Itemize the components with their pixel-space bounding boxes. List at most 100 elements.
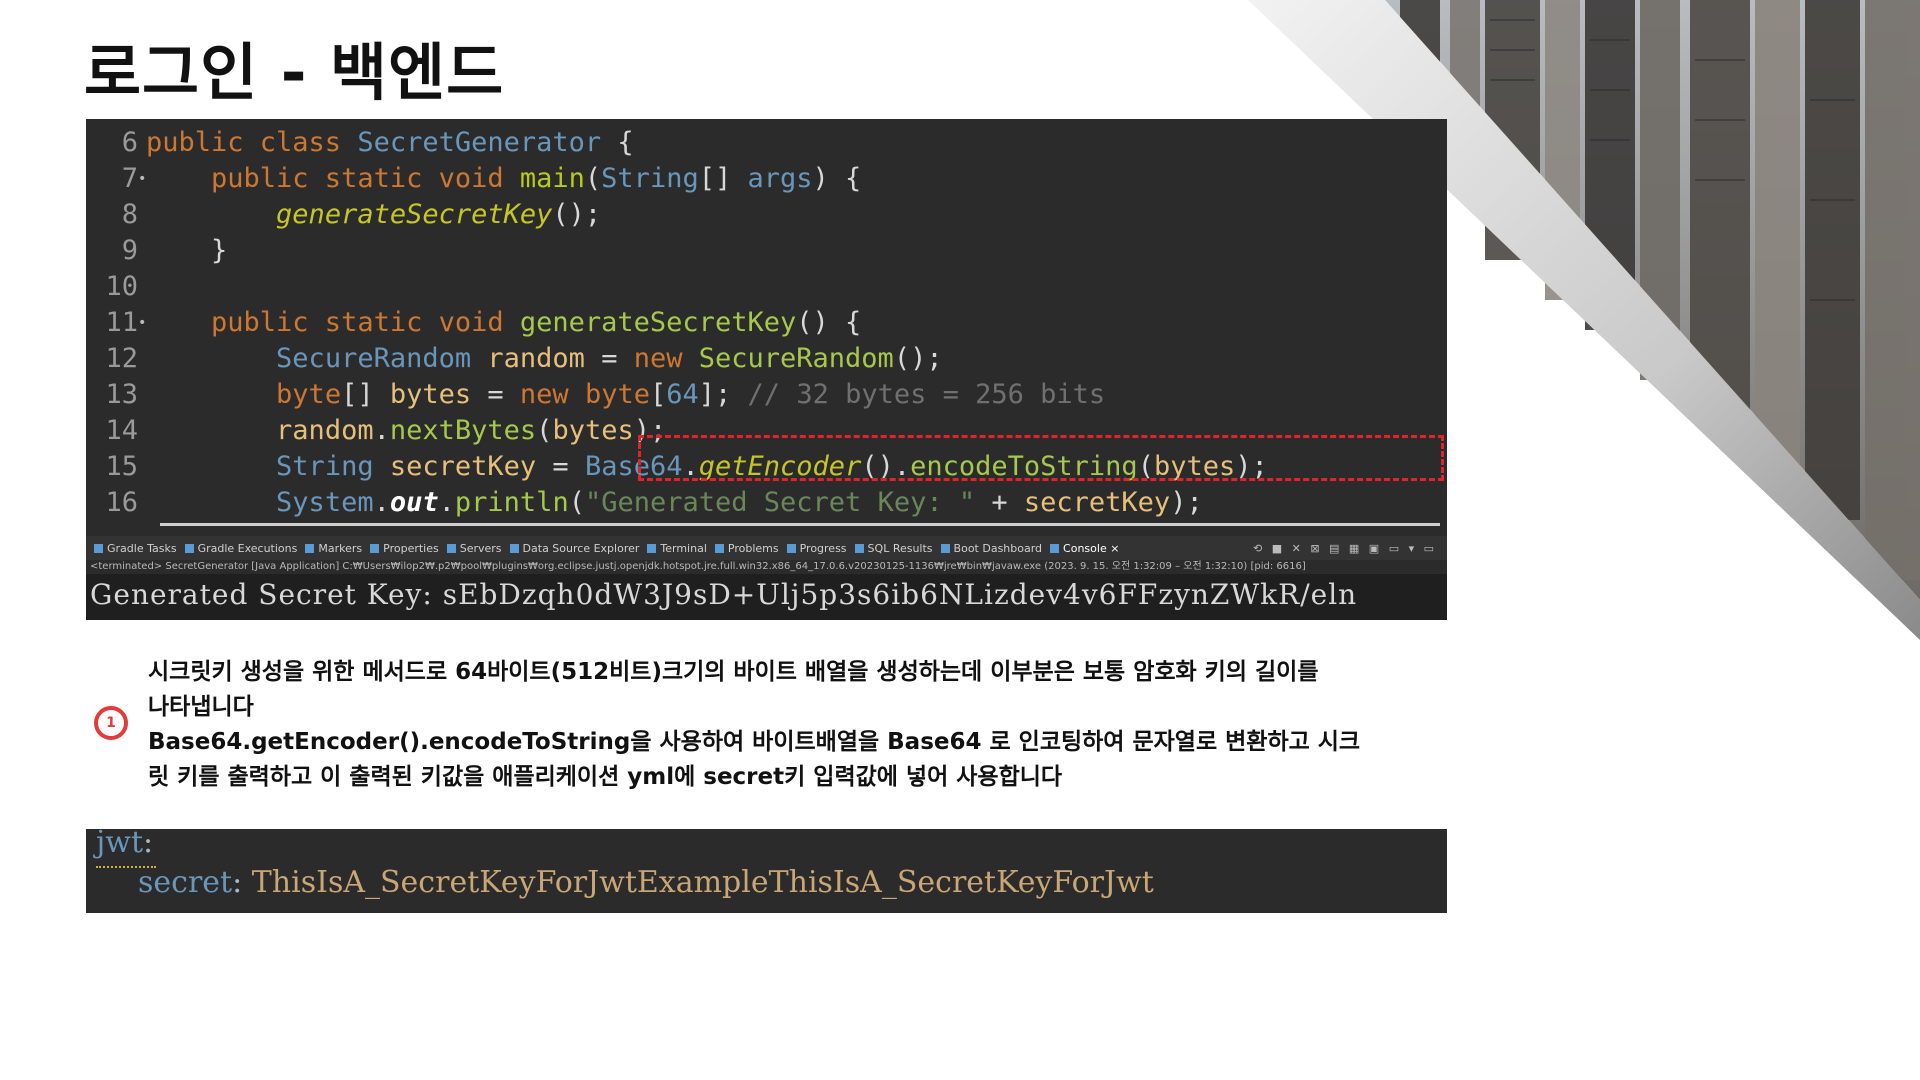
- console-tab-label: Terminal: [660, 541, 707, 555]
- console-tab[interactable]: Servers: [446, 541, 502, 555]
- code-token: 64: [666, 379, 699, 410]
- code-line: 11 • public static void generateSecretKey…: [86, 305, 1447, 341]
- yml-editor: jwt: secret: ThisIsA_SecretKeyForJwtExam…: [86, 829, 1447, 913]
- code-token: (: [536, 415, 553, 446]
- code-token: =: [471, 379, 520, 410]
- fold-marker[interactable]: •: [138, 161, 146, 197]
- code-token: [: [649, 379, 667, 410]
- view-icon: [305, 543, 315, 553]
- code-token: .: [438, 487, 455, 518]
- view-icon: [446, 543, 456, 553]
- code-line: 10: [86, 269, 1447, 305]
- description-line: 나타냅니다: [148, 694, 254, 720]
- code-token: System: [276, 487, 374, 518]
- code-token: public static void: [146, 163, 520, 194]
- yml-key-jwt: jwt: [96, 829, 144, 860]
- code-token: () {: [796, 307, 862, 338]
- highlight-box: [638, 435, 1444, 481]
- code-token: =: [536, 451, 585, 482]
- console-tab[interactable]: Progress: [786, 542, 847, 555]
- code-token: nextBytes: [389, 415, 537, 446]
- code-token: new: [519, 379, 585, 410]
- code-token: ();: [552, 199, 602, 230]
- line-number: 9: [121, 235, 138, 266]
- console-tab-label: Gradle Executions: [197, 541, 298, 555]
- console-tab[interactable]: SQL Results: [854, 541, 933, 555]
- console-tab[interactable]: Data Source Explorer: [509, 541, 640, 555]
- code-token: secretKey: [1023, 487, 1171, 518]
- code-line: 13 byte[] bytes = new byte[64]; // 32 by…: [86, 377, 1447, 413]
- console-path: <terminated> SecretGenerator [Java Appli…: [86, 560, 1447, 574]
- code-token: []: [341, 379, 390, 410]
- view-icon: [184, 543, 194, 553]
- console-tab[interactable]: Terminal: [647, 542, 707, 555]
- console-tab-label: Boot Dashboard: [953, 541, 1043, 555]
- console-tab-label: Problems: [727, 541, 779, 555]
- code-token: public static void: [146, 307, 520, 338]
- console-tab[interactable]: Boot Dashboard: [940, 541, 1043, 555]
- console-tab[interactable]: Gradle Executions: [184, 541, 298, 555]
- code-token: (: [584, 163, 602, 194]
- description-line: Base64.getEncoder().encodeToString을 사용하여…: [148, 729, 1361, 755]
- console-tab[interactable]: Gradle Tasks: [94, 542, 177, 555]
- console-tab-label: Servers: [459, 541, 502, 555]
- code-token: generateSecretKey: [276, 199, 553, 230]
- console-tab[interactable]: Markers: [305, 542, 362, 555]
- page-title: 로그인 - 백엔드: [84, 36, 505, 109]
- description-line: 릿 키를 출력하고 이 출력된 키값을 애플리케이션 yml에 secret키 …: [148, 764, 1063, 790]
- code-token: ) {: [812, 163, 862, 194]
- yml-key-secret: secret: [138, 865, 233, 900]
- code-token: random: [276, 415, 374, 446]
- console-tab-label: SQL Results: [867, 541, 933, 555]
- view-icon: [647, 543, 657, 553]
- code-token: SecureRandom: [698, 343, 894, 374]
- code-token: main: [519, 163, 585, 194]
- code-token: random: [487, 343, 585, 374]
- code-token: ();: [893, 343, 943, 374]
- console-tab[interactable]: Properties: [370, 542, 439, 555]
- line-number: 7: [121, 163, 138, 194]
- console-tab-label: Markers: [318, 541, 363, 555]
- line-number: 6: [121, 127, 138, 158]
- console-tab[interactable]: Console ×: [1050, 542, 1119, 555]
- view-icon: [370, 543, 380, 553]
- code-token: SecretGenerator: [357, 127, 602, 158]
- code-line: 8 generateSecretKey();: [86, 197, 1447, 233]
- code-line: 12 SecureRandom random = new SecureRando…: [86, 341, 1447, 377]
- code-token: byte: [584, 379, 650, 410]
- console-output: Generated Secret Key: sEbDzqh0dW3J9sD+Ul…: [90, 578, 1358, 611]
- fold-marker[interactable]: •: [138, 305, 146, 341]
- console-toolbar-icons[interactable]: ⟲ ■ ✕ ⊠ ▤ ▦ ▣ ▭ ▾ ▭: [1253, 542, 1437, 555]
- view-icon: [854, 543, 864, 553]
- code-token: generateSecretKey: [519, 307, 797, 338]
- code-token: args: [747, 163, 813, 194]
- code-line: 7 • public static void main(String[] args…: [86, 161, 1447, 197]
- yml-line-secret: secret: ThisIsA_SecretKeyForJwtExampleTh…: [138, 865, 1154, 900]
- code-token: bytes: [552, 415, 634, 446]
- code-token: .: [373, 487, 390, 518]
- code-token: println: [454, 487, 569, 518]
- yml-secret-value: ThisIsA_SecretKeyForJwtExampleThisIsA_Se…: [251, 865, 1154, 900]
- code-token: String: [601, 163, 699, 194]
- code-token: []: [698, 163, 748, 194]
- line-number: 14: [105, 415, 138, 446]
- code-token: );: [1170, 487, 1203, 518]
- code-token: (: [568, 487, 585, 518]
- code-token: +: [975, 487, 1024, 518]
- code-token: {: [601, 127, 634, 158]
- code-token: }: [146, 235, 228, 266]
- code-line: 16 System.out.println("Generated Secret …: [86, 485, 1447, 521]
- line-number: 12: [105, 343, 138, 374]
- line-number: 13: [105, 379, 138, 410]
- console-tab-label: Data Source Explorer: [522, 541, 640, 555]
- step-badge: 1: [94, 706, 128, 740]
- view-icon: [940, 543, 950, 553]
- editor-horizontal-scrollbar[interactable]: [160, 523, 1440, 526]
- console-tab-bar: Gradle Tasks Gradle Executions Markers Prop…: [86, 536, 1447, 560]
- console-tab[interactable]: Problems: [714, 541, 779, 555]
